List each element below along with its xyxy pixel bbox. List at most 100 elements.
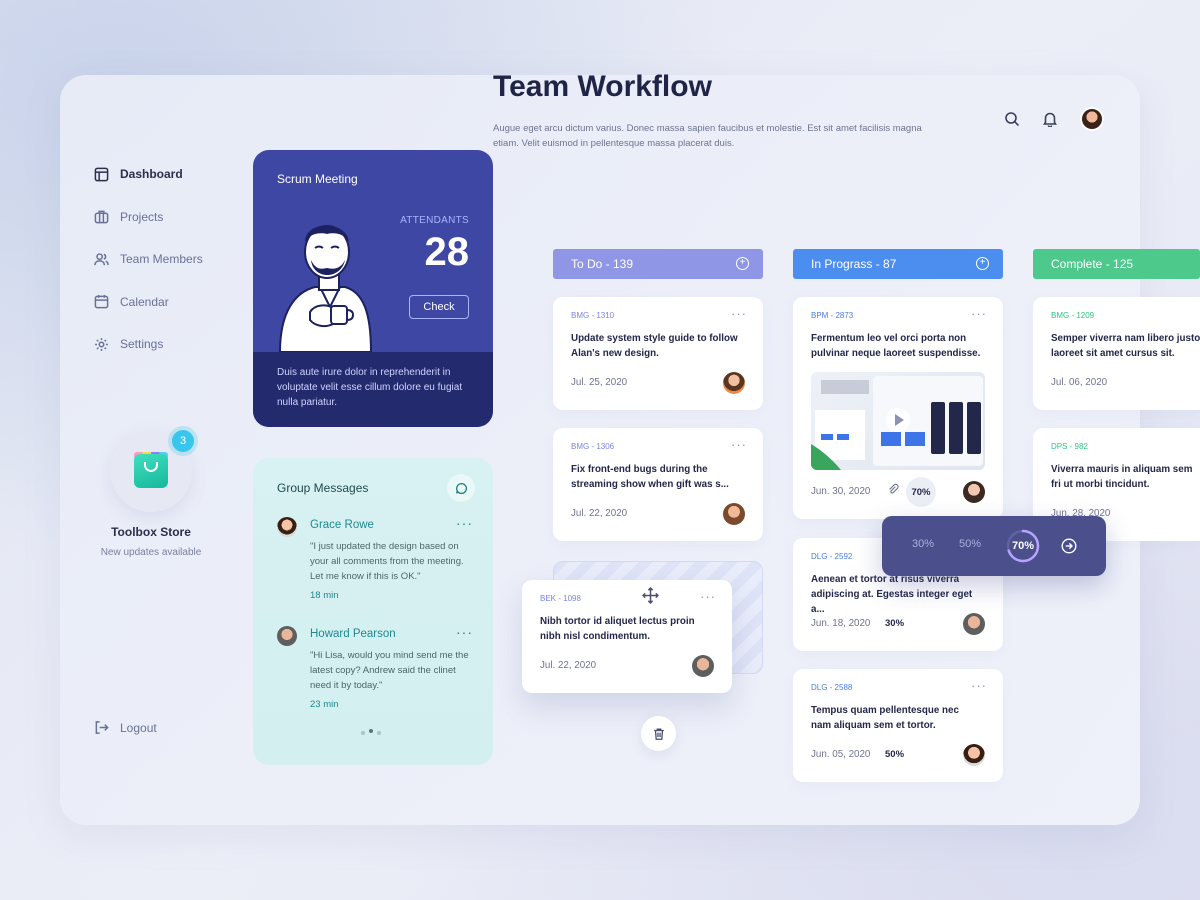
task-code: DPS - 982	[1051, 442, 1088, 451]
sidebar-item-settings[interactable]: Settings	[94, 333, 203, 355]
check-button[interactable]: Check	[409, 295, 469, 319]
progress-picker: 30% 50% 70%	[882, 516, 1106, 576]
toolbox-store[interactable]: 3 Toolbox Store New updates available	[90, 430, 212, 558]
sidebar-item-label: Team Members	[120, 252, 203, 266]
arrow-right-circle-icon[interactable]	[1061, 538, 1077, 554]
progress-selected-label: 70%	[1011, 540, 1035, 552]
column-header-complete: Complete - 125	[1033, 249, 1200, 279]
column-label: To Do - 139	[571, 257, 634, 271]
more-icon[interactable]: ···	[456, 515, 473, 531]
move-icon[interactable]	[642, 587, 659, 604]
design-preview-image	[811, 376, 983, 470]
store-subtitle: New updates available	[100, 547, 202, 558]
attendants-label: ATTENDANTS	[400, 215, 469, 226]
more-icon[interactable]: ···	[971, 306, 987, 321]
task-title: Viverra mauris in aliquam sem fri ut mor…	[1051, 464, 1193, 490]
sidebar-item-label: Projects	[120, 209, 164, 224]
avatar	[723, 503, 745, 525]
page-dot[interactable]	[361, 731, 365, 735]
column-header-in-progress: In Prograss - 87 +	[793, 249, 1003, 279]
task-card[interactable]: BPM - 2873 ··· Fermentum leo vel orci po…	[793, 297, 1003, 519]
store-icon-circle: 3	[110, 430, 194, 512]
dashboard-icon	[94, 167, 109, 181]
bell-icon[interactable]	[1042, 111, 1058, 127]
pagination-dots[interactable]	[361, 729, 381, 735]
task-code: BMG - 1310	[571, 311, 615, 320]
task-card[interactable]: DLG - 2588 ··· Tempus quam pellentesque …	[793, 669, 1003, 782]
sidebar-item-projects[interactable]: Projects	[94, 206, 203, 228]
task-title: Fermentum leo vel orci porta non pulvina…	[811, 333, 981, 359]
avatar	[277, 517, 297, 537]
task-code: BMG - 1306	[571, 442, 615, 451]
task-code: DLG - 2588	[811, 683, 853, 692]
calendar-icon	[94, 294, 109, 309]
message-item[interactable]: Grace Rowe ··· "I just updated the desig…	[277, 515, 473, 617]
logout-label: Logout	[120, 720, 157, 735]
more-icon[interactable]: ···	[456, 624, 473, 640]
progress-percentage[interactable]: 70%	[906, 477, 936, 507]
sidebar-item-label: Calendar	[120, 294, 169, 309]
task-card[interactable]: BMG - 1310 ··· Update system style guide…	[553, 297, 763, 410]
message-text: "Hi Lisa, would you mind send me the lat…	[310, 650, 469, 691]
sidebar-item-team-members[interactable]: Team Members	[94, 248, 203, 270]
notification-badge: 3	[172, 430, 194, 452]
avatar	[963, 744, 985, 766]
briefcase-icon	[94, 210, 109, 224]
more-icon[interactable]: ···	[731, 437, 747, 452]
header-actions	[1004, 107, 1104, 131]
logout-button[interactable]: Logout	[94, 720, 157, 735]
progress-option-selected[interactable]: 70%	[1006, 529, 1040, 563]
column-label: Complete - 125	[1051, 257, 1134, 271]
progress-option[interactable]: 50%	[959, 538, 981, 550]
store-title: Toolbox Store	[111, 525, 191, 539]
user-avatar[interactable]	[1080, 107, 1104, 131]
sidebar-item-dashboard[interactable]: Dashboard	[94, 163, 203, 185]
page-title: Team Workflow	[493, 70, 712, 103]
task-title: Aenean et tortor at risus viverra adipis…	[811, 574, 973, 615]
chat-icon	[455, 482, 467, 494]
sidebar-item-calendar[interactable]: Calendar	[94, 291, 203, 313]
group-messages-title: Group Messages	[277, 481, 369, 495]
scrum-meeting-card: Scrum Meeting ATTENDANTS 28 Check Duis a…	[253, 150, 493, 427]
paperclip-icon[interactable]	[887, 483, 899, 495]
group-messages-card: Group Messages Grace Rowe ··· "I just up…	[253, 458, 493, 765]
task-code: DLG - 2592	[811, 552, 853, 561]
search-icon[interactable]	[1004, 111, 1020, 127]
progress-option[interactable]: 30%	[912, 538, 934, 550]
page-description: Augue eget arcu dictum varius. Donec mas…	[493, 123, 922, 149]
progress-percentage: 50%	[885, 749, 905, 760]
add-card-icon[interactable]: +	[976, 257, 989, 270]
progress-percentage: 30%	[885, 618, 905, 629]
task-date: Jul. 25, 2020	[571, 377, 628, 388]
task-title: Tempus quam pellentesque nec nam aliquam…	[811, 705, 959, 731]
page-dot[interactable]	[369, 729, 373, 733]
avatar	[963, 613, 985, 635]
message-sender: Grace Rowe	[310, 519, 374, 531]
attendants-count: 28	[424, 230, 470, 274]
task-date: Jun. 18, 2020	[811, 618, 871, 629]
message-text: "I just updated the design based on your…	[310, 541, 464, 582]
delete-button[interactable]	[641, 716, 676, 751]
task-date: Jun. 30, 2020	[811, 486, 871, 497]
page-dot[interactable]	[377, 731, 381, 735]
task-code: BEK - 1098	[540, 594, 581, 603]
message-item[interactable]: Howard Pearson ··· "Hi Lisa, would you m…	[277, 624, 473, 726]
attachment-thumbnail[interactable]	[811, 372, 985, 470]
task-date: Jul. 06, 2020	[1051, 377, 1108, 388]
more-icon[interactable]: ···	[700, 589, 716, 604]
trash-icon	[653, 728, 664, 740]
task-title: Nibh tortor id aliquet lectus proin nibh…	[540, 616, 695, 642]
avatar	[963, 481, 985, 503]
more-icon[interactable]: ···	[971, 678, 987, 693]
more-icon[interactable]: ···	[731, 306, 747, 321]
add-card-icon[interactable]: +	[736, 257, 749, 270]
task-card[interactable]: BMG - 1306 ··· Fix front-end bugs during…	[553, 428, 763, 541]
chat-button[interactable]	[447, 474, 475, 502]
scrum-description: Duis aute irure dolor in reprehenderit i…	[253, 352, 493, 427]
dragging-task-card[interactable]: BEK - 1098 ··· Nibh tortor id aliquet le…	[522, 580, 732, 693]
task-card[interactable]: BMG - 1209 Semper viverra nam libero jus…	[1033, 297, 1200, 410]
sidebar-item-label: Dashboard	[120, 167, 183, 181]
task-title: Semper viverra nam libero justo laoreet …	[1051, 333, 1200, 359]
column-header-todo: To Do - 139 +	[553, 249, 763, 279]
sidebar-nav: Dashboard Projects Team Members Calendar…	[94, 163, 203, 376]
